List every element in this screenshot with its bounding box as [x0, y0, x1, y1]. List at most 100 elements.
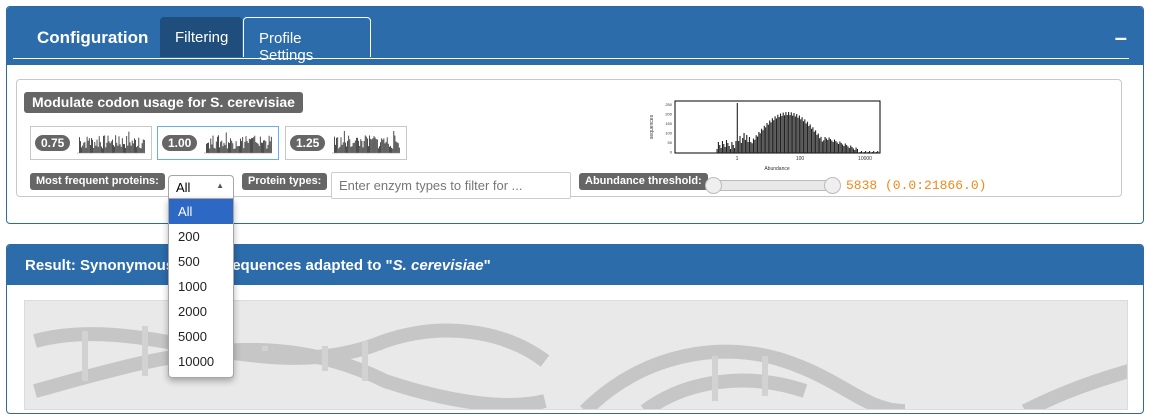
histogram-bar [827, 140, 829, 153]
thumbnail-bar [87, 140, 89, 153]
histogram-bar [809, 124, 811, 153]
thumbnail-bar [135, 139, 136, 153]
thumbnail-bar [354, 140, 356, 153]
histogram-bar [800, 119, 802, 153]
histogram-bar [770, 122, 772, 153]
thumbnail-bar [217, 136, 218, 153]
thumbnail-bar [256, 142, 258, 153]
thumbnail-bar [211, 144, 213, 153]
thumbnail-bar [252, 138, 253, 153]
thumbnail-bar [373, 136, 375, 153]
thumbnail-bar [108, 141, 110, 153]
thumbnail-bar [265, 141, 267, 153]
histogram-bar [735, 141, 737, 153]
histogram-bar [813, 131, 815, 153]
thumbnail-bar [90, 145, 91, 153]
thumbnail-bar [358, 140, 359, 153]
thumbnail-bar [266, 148, 268, 153]
thumbnail-bar [360, 139, 362, 153]
modulation-option-100[interactable]: 1.00 [157, 126, 279, 160]
thumbnail-bar [91, 138, 92, 153]
histogram-bar [851, 147, 853, 153]
thumbnail-bar [247, 142, 249, 153]
tab-profile-settings[interactable]: Profile Settings [243, 17, 371, 64]
histogram-bar [761, 128, 763, 153]
histogram-ytick: 200 [665, 112, 672, 117]
histogram-bar [831, 140, 833, 153]
thumbnail-bar [378, 148, 379, 153]
thumbnail-bar [220, 141, 222, 153]
histogram-bar [871, 152, 873, 153]
thumbnail-bar [343, 131, 345, 153]
dropdown-option[interactable]: 200 [169, 224, 233, 249]
thumbnail-bar [96, 139, 98, 153]
histogram-bar [792, 115, 794, 153]
protein-types-input[interactable] [331, 172, 571, 199]
thumbnail-bar [104, 135, 106, 153]
histogram-bar [759, 133, 761, 153]
modulation-option-075[interactable]: 0.75 [30, 126, 152, 160]
histogram-bar [758, 131, 760, 153]
thumbnail-bar [95, 145, 97, 153]
modulation-option-125[interactable]: 1.25 [285, 126, 407, 160]
histogram-bar [763, 125, 765, 153]
thumbnail-bar [386, 137, 388, 153]
thumbnail-bar [369, 135, 370, 153]
result-title-species: S. cerevisiae [392, 257, 484, 274]
histogram-bar [804, 119, 806, 153]
thumbnail-bar [110, 141, 112, 153]
codon-profile-thumbnail [204, 132, 272, 154]
histogram-xlabel: Abundance [764, 166, 790, 172]
thumbnail-bar [383, 138, 385, 153]
histogram-bar [736, 103, 738, 153]
thumbnail-bar [380, 142, 381, 153]
abundance-slider-min-handle[interactable] [705, 177, 722, 194]
histogram-bar [875, 152, 877, 153]
tab-filtering[interactable]: Filtering [160, 17, 242, 57]
dropdown-option[interactable]: 10000 [169, 349, 233, 374]
histogram-bar [757, 136, 759, 153]
histogram-bar [727, 143, 729, 153]
collapse-icon[interactable]: – [1115, 25, 1127, 51]
histogram-bar [747, 142, 749, 153]
thumbnail-bar [232, 143, 234, 153]
most-frequent-proteins-select[interactable]: All ▲ [168, 175, 234, 199]
histogram-bar [748, 137, 750, 153]
histogram-ytick: 150 [665, 121, 672, 126]
thumbnail-bar [80, 141, 81, 153]
thumbnail-bar [116, 142, 118, 153]
thumbnail-bar [229, 143, 230, 153]
histogram-bar [869, 151, 871, 153]
dropdown-option[interactable]: 5000 [169, 324, 233, 349]
dropdown-option[interactable]: All [169, 199, 233, 224]
thumbnail-bar [142, 139, 144, 153]
thumbnail-bar [86, 136, 88, 153]
dropdown-option[interactable]: 2000 [169, 299, 233, 324]
histogram-bar [865, 151, 867, 153]
thumbnail-bar [257, 143, 259, 153]
dropdown-option[interactable]: 1000 [169, 274, 233, 299]
configuration-title: Configuration [37, 28, 149, 47]
histogram-bar [802, 121, 804, 153]
dropdown-option[interactable]: 500 [169, 249, 233, 274]
thumbnail-bar [356, 137, 357, 153]
thumbnail-bar [103, 135, 104, 153]
thumbnail-bar [231, 140, 233, 153]
thumbnail-bar [136, 147, 137, 153]
histogram-bar [734, 148, 736, 153]
abundance-slider-max-handle[interactable] [824, 177, 841, 194]
histogram-bar [730, 149, 732, 153]
thumbnail-bar [92, 139, 93, 153]
abundance-slider-track[interactable] [708, 180, 836, 191]
thumbnail-bar [376, 139, 378, 153]
histogram-bar [815, 130, 817, 153]
thumbnail-bar [218, 135, 219, 153]
thumbnail-bar [129, 142, 131, 153]
thumbnail-bar [83, 142, 85, 153]
thumbnail-bar [118, 136, 120, 153]
thumbnail-bar [340, 137, 342, 153]
thumbnail-bar [250, 139, 251, 153]
histogram-bar [765, 127, 767, 153]
thumbnail-bar [371, 139, 373, 153]
thumbnail-bar [384, 143, 386, 153]
